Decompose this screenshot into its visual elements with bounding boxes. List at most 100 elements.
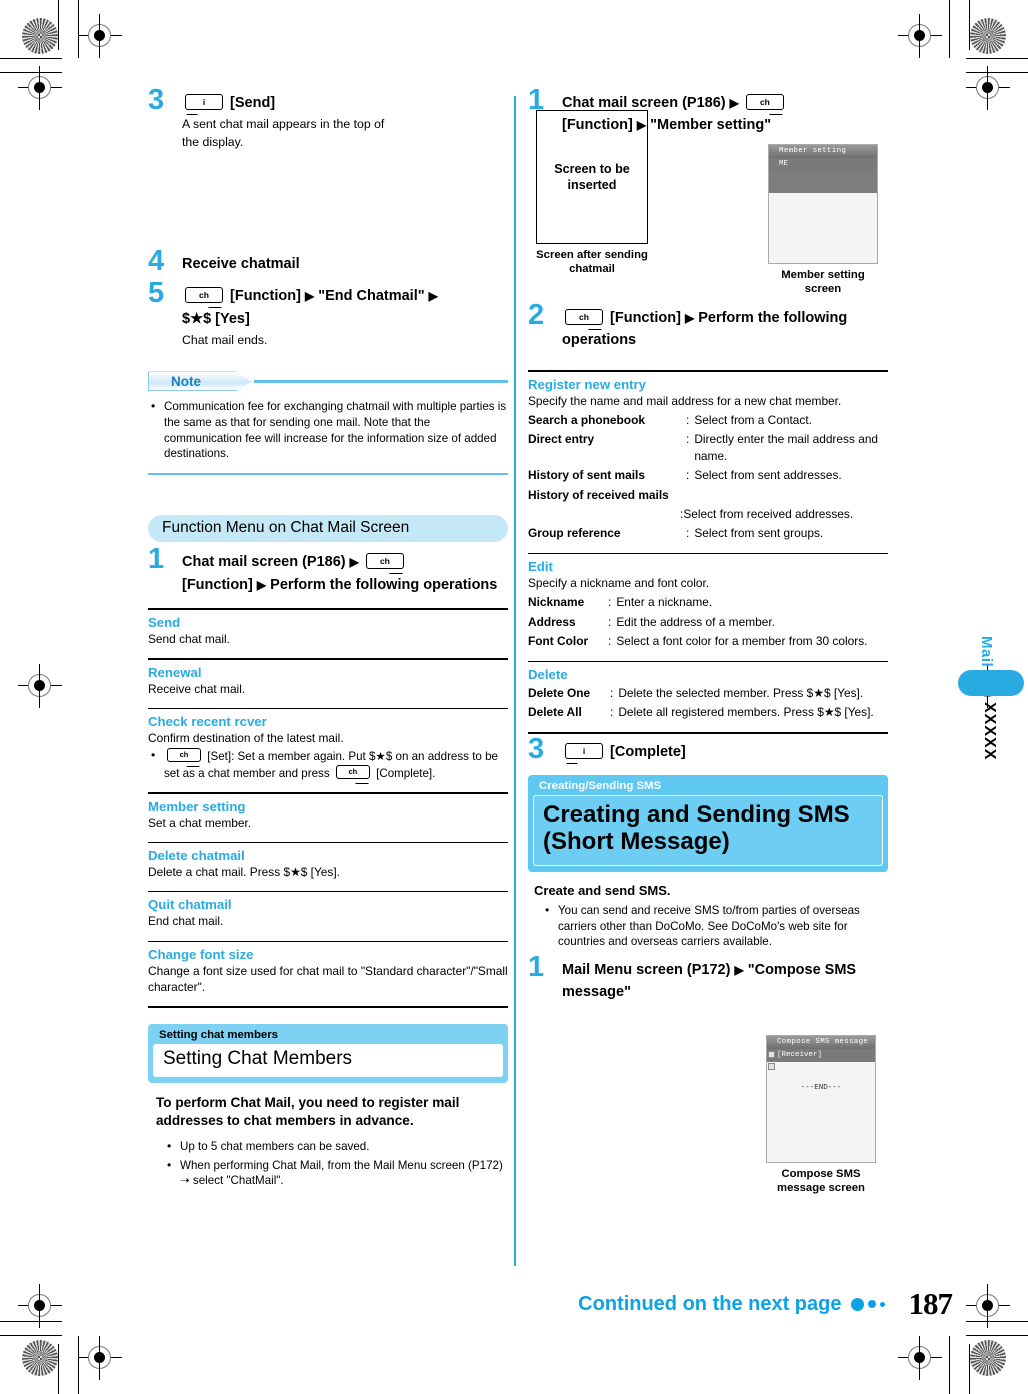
- step-number: 4: [148, 244, 164, 277]
- figure-member-setting: Member setting ME Member setting screen: [768, 144, 888, 296]
- page-number: 187: [908, 1286, 953, 1321]
- step-heading: i [Send]: [181, 92, 508, 115]
- step-number: 3: [148, 84, 164, 116]
- function-entry: Delete chatmail Delete a chat mail. Pres…: [148, 848, 508, 880]
- registration-mark-top-right: [898, 14, 942, 58]
- definition-row: History of sent mails : Select from sent…: [528, 467, 888, 483]
- entry-rule: [148, 891, 508, 893]
- figure-compose-sms: Compose SMS message [Receiver] ---END---…: [766, 1035, 886, 1195]
- registration-mark-bottom-right: [898, 1336, 942, 1380]
- note-block: Note Communication fee for exchanging ch…: [148, 371, 508, 476]
- step-heading: Chat mail screen (P186) ▶ ch [Function] …: [562, 92, 888, 137]
- registration-mark-left-mid: [18, 664, 62, 708]
- colon: :: [610, 705, 614, 720]
- definition-value: Select from received addresses.: [683, 507, 854, 522]
- entry-bullet-text-tail: [Complete].: [376, 766, 436, 780]
- step-1-compose-sms: 1 Mail Menu screen (P172) ▶ "Compose SMS…: [528, 952, 888, 1004]
- colon: :: [686, 526, 690, 541]
- colon: :: [610, 685, 614, 700]
- step-number: 1: [528, 950, 544, 983]
- function-menu-section: Function Menu on Chat Mail Screen 1 Chat…: [148, 515, 508, 1009]
- phone-receiver-row: [Receiver]: [767, 1049, 875, 1062]
- section-title: Register new entry: [528, 376, 646, 392]
- arrow-icon: ▶: [304, 289, 315, 304]
- i-mode-key-icon: i: [181, 94, 223, 115]
- ch-key-icon: ch: [335, 764, 374, 784]
- step-instruction: Perform the following operations: [562, 309, 848, 349]
- definition-row: Direct entry : Directly enter the mail a…: [528, 431, 888, 464]
- print-starburst-bottomright: [970, 1340, 1006, 1376]
- sms-chapter: Creating/Sending SMS Creating and Sendin…: [528, 775, 888, 873]
- definition-row: Delete All : Delete all registered membe…: [528, 704, 888, 720]
- entry-desc: Change a font size used for chat mail to…: [148, 963, 508, 994]
- entry-rule: [148, 608, 508, 611]
- step-function-label: [Function]: [182, 576, 253, 593]
- step-function-label: [Function]: [562, 117, 633, 134]
- entry-title: Member setting: [148, 798, 246, 814]
- note-end-rule: [148, 473, 508, 476]
- cropmark-br-v: [969, 1344, 970, 1394]
- definition-term: History of received mails: [528, 487, 669, 502]
- registration-mark-bottom-left: [78, 1336, 122, 1380]
- definition-term: Delete One: [528, 685, 591, 700]
- arrow-icon: ▶: [636, 118, 647, 133]
- definition-term: Nickname: [528, 595, 585, 610]
- registration-mark-left-upper2: [18, 66, 62, 110]
- cropmark-br-h: [966, 1335, 1028, 1336]
- definition-row: Delete One : Delete the selected member.…: [528, 685, 888, 701]
- step-instruction: Perform the following operations: [270, 576, 498, 593]
- entry-bullet: ch [Set]: Set a member again. Put $★$ on…: [148, 747, 508, 784]
- registration-mark-right-upper: [966, 66, 1010, 110]
- entry-desc: Set a chat member.: [148, 815, 252, 830]
- colon: :: [608, 614, 612, 629]
- note-item: Communication fee for exchanging chatmai…: [148, 398, 508, 462]
- definition-value: Directly enter the mail address and name…: [694, 432, 879, 463]
- arrow-icon: ▶: [684, 310, 695, 325]
- column-divider: [514, 96, 516, 1266]
- colon: :: [608, 634, 612, 649]
- step-1-function-menu: 1 Chat mail screen (P186) ▶ ch [Function…: [148, 545, 508, 596]
- entry-desc: Send chat mail.: [148, 632, 230, 647]
- arrow-icon: ▶: [349, 555, 359, 570]
- right-column: 1 Chat mail screen (P186) ▶ ch [Function…: [528, 86, 888, 1194]
- register-new-entry-section: Register new entry Specify the name and …: [528, 377, 888, 542]
- definition-row: Nickname : Enter a nickname.: [528, 594, 888, 610]
- definition-value: Delete the selected member. Press $★$ [Y…: [618, 685, 864, 700]
- colon: :: [686, 432, 690, 447]
- phone-titlebar: Member setting: [769, 145, 877, 158]
- step-4-receive-chatmail: 4 Receive chatmail: [148, 246, 508, 275]
- step-3-send: 3 i [Send] A sent chat mail appears in t…: [148, 86, 508, 151]
- chapter-eyebrow: Creating/Sending SMS: [539, 780, 662, 793]
- definition-value: Enter a nickname.: [616, 595, 713, 610]
- step-key-label: [Complete]: [610, 743, 686, 760]
- setting-chat-members-chapter: Setting chat members Setting Chat Member…: [148, 1024, 508, 1083]
- section-rule: [528, 369, 888, 372]
- definition-value: Select from sent groups.: [694, 526, 824, 541]
- definition-row-wrapped-term: History of received mails: [528, 487, 888, 503]
- left-column: 3 i [Send] A sent chat mail appears in t…: [148, 86, 648, 1192]
- definition-value: Delete all registered members. Press $★$…: [618, 705, 874, 720]
- bullet-item: When performing Chat Mail, from the Mail…: [164, 1157, 508, 1189]
- entry-rule: [148, 658, 508, 660]
- entry-title: Renewal: [148, 664, 202, 680]
- chapter-titlecard: Creating and Sending SMS (Short Message): [533, 795, 883, 867]
- step-screen-ref: Mail Menu screen (P172): [562, 961, 731, 978]
- step-number: 1: [148, 543, 164, 576]
- sms-intro: Create and send SMS. You can send and re…: [528, 883, 888, 950]
- note-label: Note: [171, 374, 201, 390]
- lead-paragraph: Create and send SMS.: [534, 883, 671, 899]
- setting-chat-members-body: To perform Chat Mail, you need to regist…: [148, 1094, 508, 1189]
- ch-key-icon: ch: [745, 94, 788, 115]
- definition-term: Address: [528, 614, 576, 629]
- chapter-eyebrow: Setting chat members: [159, 1029, 279, 1042]
- registration-mark-top-left: [78, 14, 122, 58]
- delete-section: Delete Delete One : Delete the selected …: [528, 667, 888, 721]
- step-number: 3: [528, 732, 544, 765]
- function-entry: Check recent rcver Confirm destination o…: [148, 714, 508, 784]
- definition-value: Select from a Contact.: [694, 412, 812, 427]
- phone-selected-row: ME: [769, 158, 877, 171]
- step-3-complete: 3 i [Complete]: [528, 734, 888, 764]
- note-tag: Note: [148, 371, 252, 392]
- step-2-function-operations: 2 ch [Function] ▶ Perform the following …: [528, 300, 888, 352]
- cropmark-br-v2: [949, 1336, 950, 1394]
